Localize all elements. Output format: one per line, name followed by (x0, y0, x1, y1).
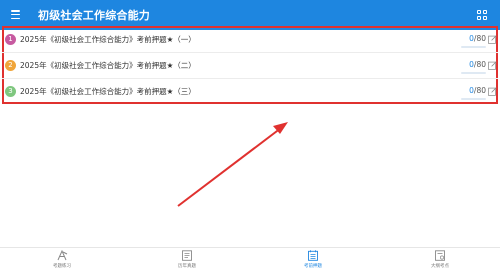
past-papers-icon (182, 250, 192, 261)
grid-icon[interactable] (477, 10, 487, 20)
progress-bar (461, 98, 486, 100)
bottom-nav: 考题练习 历年真题 考前押题 大纲考点 (0, 247, 500, 271)
edit-icon[interactable] (488, 87, 497, 96)
nav-syllabus[interactable]: 大纲考点 (410, 250, 470, 271)
item-progress: 0/80 (461, 85, 486, 97)
item-progress: 0/80 (461, 59, 486, 71)
item-number-badge: 1 (5, 34, 16, 45)
progress-total: /80 (473, 60, 486, 69)
page-title: 初级社会工作综合能力 (38, 9, 150, 22)
nav-label: 大纲考点 (431, 264, 449, 269)
list-item[interactable]: 1 2025年《初级社会工作综合能力》考前押题★（一） 0/80 (2, 27, 498, 53)
progress-total: /80 (473, 34, 486, 43)
syllabus-icon (435, 250, 445, 261)
menu-icon[interactable] (11, 10, 20, 19)
edit-icon[interactable] (488, 35, 497, 44)
item-progress: 0/80 (461, 33, 486, 45)
nav-label: 历年真题 (178, 264, 196, 269)
item-number-badge: 2 (5, 60, 16, 71)
item-title: 2025年《初级社会工作综合能力》考前押题★（三） (20, 87, 196, 96)
item-title: 2025年《初级社会工作综合能力》考前押题★（一） (20, 35, 196, 44)
nav-exam-practice[interactable]: 考题练习 (32, 250, 92, 271)
pre-exam-icon (308, 250, 318, 261)
exam-practice-icon (57, 250, 68, 261)
edit-icon[interactable] (488, 61, 497, 70)
progress-bar (461, 72, 486, 74)
nav-pre-exam[interactable]: 考前押题 (283, 250, 343, 271)
item-title: 2025年《初级社会工作综合能力》考前押题★（二） (20, 61, 196, 70)
nav-label: 考题练习 (53, 264, 71, 269)
item-number-badge: 3 (5, 86, 16, 97)
list-item[interactable]: 2 2025年《初级社会工作综合能力》考前押题★（二） 0/80 (2, 53, 498, 79)
list-item[interactable]: 3 2025年《初级社会工作综合能力》考前押题★（三） 0/80 (2, 79, 498, 105)
progress-bar (461, 46, 486, 48)
nav-label: 考前押题 (304, 264, 322, 269)
progress-total: /80 (473, 86, 486, 95)
nav-past-papers[interactable]: 历年真题 (157, 250, 217, 271)
